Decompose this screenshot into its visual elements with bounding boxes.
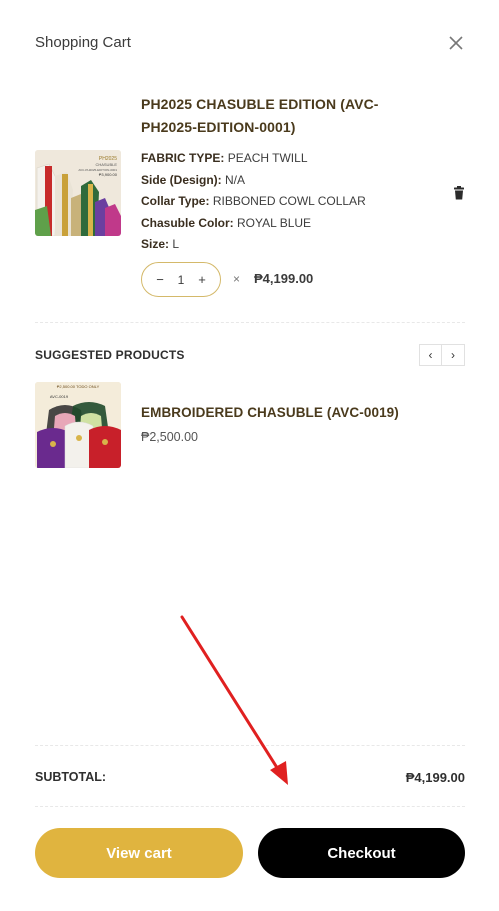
carousel-next-button[interactable]: › xyxy=(442,344,465,366)
attr-value: PEACH TWILL xyxy=(227,151,308,165)
attr-key: Collar Type: xyxy=(141,194,210,209)
quantity-decrease-button[interactable]: − xyxy=(153,272,167,287)
view-cart-button[interactable]: View cart xyxy=(35,828,243,878)
attr-key: Size: xyxy=(141,237,170,252)
attr-collar-type: Collar Type: RIBBONED COWL COLLAR xyxy=(141,191,421,213)
quantity-increase-button[interactable]: + xyxy=(195,272,209,287)
quantity-stepper: − 1 + xyxy=(141,262,221,297)
carousel-nav: ‹ › xyxy=(419,344,465,366)
times-sign: × xyxy=(233,272,241,286)
suggested-product-image[interactable]: ₱2,500.00 TODO ONLY AVC-0019 xyxy=(35,382,121,468)
suggested-thumb-text-1: ₱2,500.00 TODO ONLY xyxy=(57,384,100,389)
cart-title: Shopping Cart xyxy=(35,34,131,51)
suggested-product-price: ₱2,500.00 xyxy=(141,430,198,444)
cart-item-title[interactable]: PH2025 CHASUBLE EDITION (AVC-PH2025-EDIT… xyxy=(141,93,396,139)
suggested-product-item: ₱2,500.00 TODO ONLY AVC-0019 EMBROIDERED… xyxy=(35,382,465,468)
suggested-products-header: SUGGESTED PRODUCTS ‹ › xyxy=(35,344,465,366)
thumb-text-2: CHASUBLE xyxy=(95,162,117,167)
cart-item: PH2025 CHASUBLE AVC-PH2025-EDITION-0001 … xyxy=(35,93,465,323)
thumb-text-4: ₱3,900.00 xyxy=(99,172,118,177)
attr-side-design: Side (Design): N/A xyxy=(141,170,421,192)
attr-size: Size: L xyxy=(141,234,421,256)
cart-item-attributes: FABRIC TYPE: PEACH TWILL Side (Design): … xyxy=(141,148,421,256)
attr-chasuble-color: Chasuble Color: ROYAL BLUE xyxy=(141,213,421,235)
attr-value: RIBBONED COWL COLLAR xyxy=(212,194,366,209)
attr-key: Side (Design): xyxy=(141,172,222,187)
attr-key: Chasuble Color: xyxy=(141,215,234,230)
suggested-thumb-text-2: AVC-0019 xyxy=(50,394,69,399)
attr-value: N/A xyxy=(225,172,246,187)
attr-value: ROYAL BLUE xyxy=(237,215,312,230)
trash-icon[interactable] xyxy=(453,186,465,200)
cart-item-image[interactable]: PH2025 CHASUBLE AVC-PH2025-EDITION-0001 … xyxy=(35,150,121,236)
subtotal-label: SUBTOTAL: xyxy=(35,770,107,784)
suggested-products-title: SUGGESTED PRODUCTS xyxy=(35,348,185,362)
cart-item-price: ₱4,199.00 xyxy=(254,271,314,286)
subtotal-value: ₱4,199.00 xyxy=(405,770,465,785)
quantity-value[interactable]: 1 xyxy=(171,273,191,287)
checkout-button[interactable]: Checkout xyxy=(258,828,465,878)
subtotal-row: SUBTOTAL: ₱4,199.00 xyxy=(35,745,465,807)
attr-value: L xyxy=(172,237,180,252)
suggested-product-title[interactable]: EMBROIDERED CHASUBLE (AVC-0019) xyxy=(141,405,399,420)
attr-key: FABRIC TYPE: xyxy=(141,151,225,165)
carousel-prev-button[interactable]: ‹ xyxy=(419,344,442,366)
close-icon[interactable] xyxy=(447,32,465,54)
attr-fabric-type: FABRIC TYPE: PEACH TWILL xyxy=(141,148,421,170)
cart-header: Shopping Cart xyxy=(35,32,465,56)
